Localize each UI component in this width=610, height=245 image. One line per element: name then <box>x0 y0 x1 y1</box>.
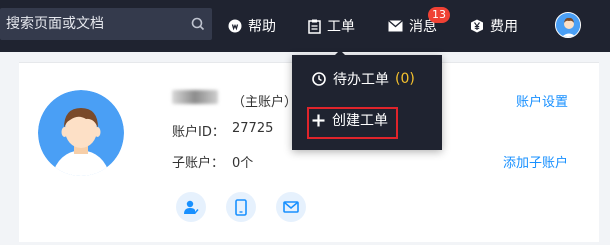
search-icon[interactable] <box>190 16 206 32</box>
pending-orders-label: 待办工单 <box>333 72 389 88</box>
pending-orders-menu-item[interactable]: 待办工单 (0) <box>312 69 415 89</box>
sub-account-count: 0个 <box>232 156 254 171</box>
yen-icon <box>471 19 483 33</box>
add-sub-account-link[interactable]: 添加子账户 <box>503 152 568 171</box>
account-name-redacted <box>172 90 218 104</box>
message-count-badge: 13 <box>428 7 450 23</box>
sub-account-label: 子账户： <box>172 156 225 171</box>
mail-icon <box>283 201 299 213</box>
account-id-value: 27725 <box>232 121 274 136</box>
account-avatar <box>38 90 124 176</box>
help-nav-item[interactable]: 帮助 <box>228 14 276 38</box>
order-nav-item[interactable]: 工单 <box>308 14 355 38</box>
mobile-bind-button[interactable] <box>226 192 256 222</box>
main-account-tag: （主账户） <box>232 95 298 110</box>
fees-nav-item[interactable]: 费用 <box>470 14 518 38</box>
order-label: 工单 <box>327 19 355 35</box>
user-avatar[interactable] <box>555 12 581 38</box>
fees-label: 费用 <box>490 19 518 35</box>
help-label: 帮助 <box>248 19 276 35</box>
clipboard-icon <box>308 19 321 34</box>
account-id-label: 账户ID： <box>172 125 225 140</box>
user-verify-button[interactable] <box>176 192 206 222</box>
user-verify-icon <box>184 200 199 215</box>
help-icon <box>228 19 242 33</box>
email-bind-button[interactable] <box>276 192 306 222</box>
search-input[interactable] <box>0 8 186 40</box>
clock-icon <box>312 72 326 86</box>
account-settings-link[interactable]: 账户设置 <box>516 91 568 110</box>
user-avatar-icon <box>38 90 124 176</box>
create-order-highlight <box>307 107 398 139</box>
envelope-icon <box>388 20 403 32</box>
search-box[interactable] <box>0 8 212 40</box>
pending-orders-count: (0) <box>395 71 415 87</box>
mobile-phone-icon <box>235 198 247 216</box>
